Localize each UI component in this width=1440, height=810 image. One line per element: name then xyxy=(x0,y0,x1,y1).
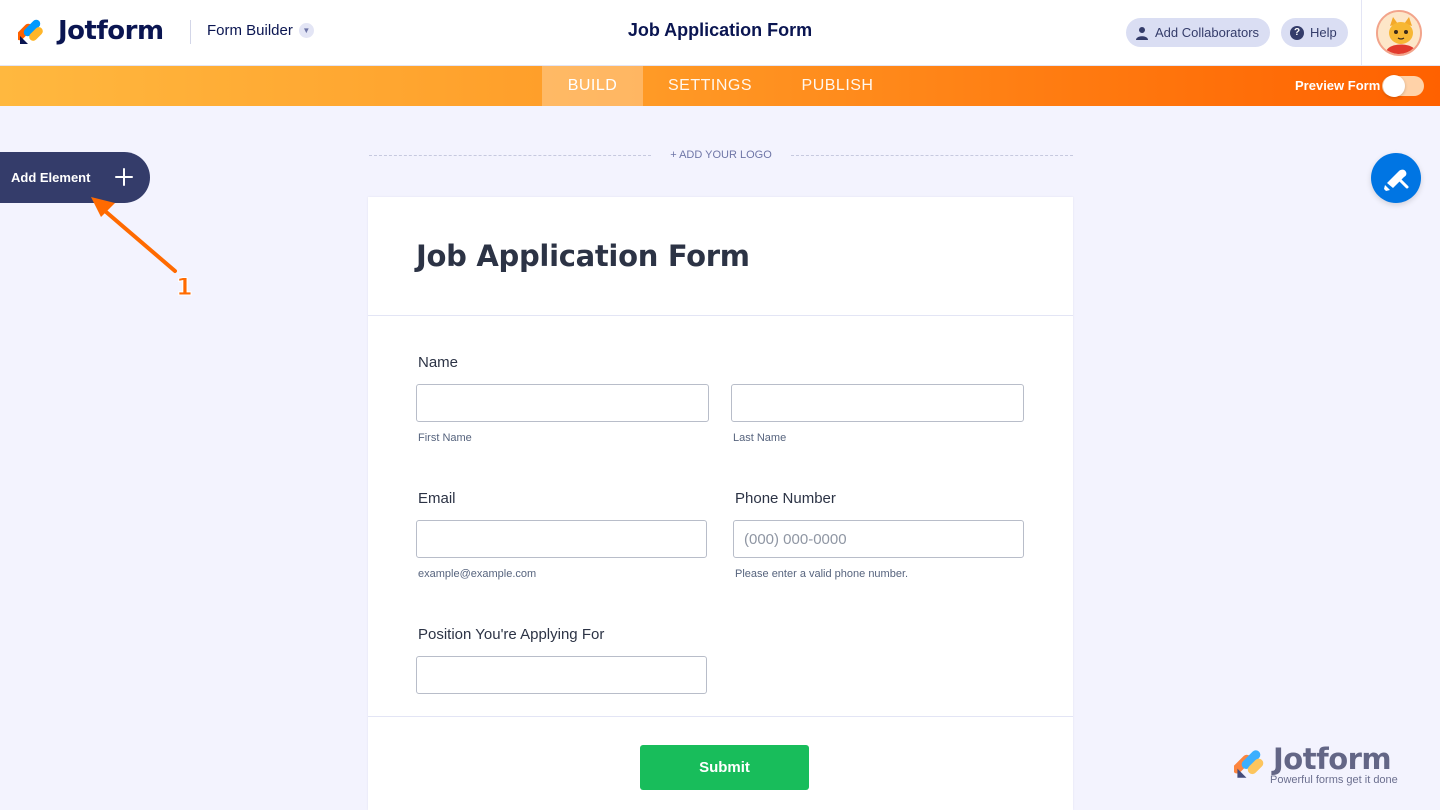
form-card: Job Application Form Name First Name Las… xyxy=(368,197,1073,810)
tab-publish[interactable]: PUBLISH xyxy=(790,66,885,106)
builder-label: Form Builder xyxy=(207,22,293,39)
phone-input[interactable]: (000) 000-0000 xyxy=(733,520,1024,558)
header-separator xyxy=(1361,0,1362,66)
position-label[interactable]: Position You're Applying For xyxy=(418,626,604,643)
question-icon: ? xyxy=(1290,25,1304,40)
first-name-input[interactable] xyxy=(416,384,709,422)
name-label[interactable]: Name xyxy=(418,354,458,371)
toggle-knob xyxy=(1383,75,1405,97)
add-logo-area[interactable]: + ADD YOUR LOGO xyxy=(369,148,1073,164)
header-divider xyxy=(190,20,191,44)
email-sublabel: example@example.com xyxy=(418,568,537,580)
jotform-logo-icon xyxy=(18,19,43,44)
phone-label[interactable]: Phone Number xyxy=(735,490,836,507)
jotform-watermark: Jotform Powerful forms get it done xyxy=(1234,742,1409,789)
add-logo-label[interactable]: + ADD YOUR LOGO xyxy=(662,149,780,161)
last-name-input[interactable] xyxy=(731,384,1024,422)
top-header: Jotform Form Builder ▼ Job Application F… xyxy=(0,0,1440,66)
email-input[interactable] xyxy=(416,520,707,558)
cat-avatar-icon xyxy=(1378,12,1420,54)
submit-button[interactable]: Submit xyxy=(640,745,809,790)
help-button[interactable]: ? Help xyxy=(1281,18,1348,47)
chevron-down-icon: ▼ xyxy=(298,23,314,38)
add-collaborators-button[interactable]: Add Collaborators xyxy=(1126,18,1271,47)
first-name-sublabel: First Name xyxy=(418,432,472,444)
help-label: Help xyxy=(1310,25,1337,40)
add-logo-text-wrap: + ADD YOUR LOGO xyxy=(369,149,1073,161)
form-designer-button[interactable] xyxy=(1371,153,1421,203)
page-title[interactable]: Job Application Form xyxy=(628,20,812,40)
watermark-brand: Jotform xyxy=(1273,742,1392,776)
tab-settings[interactable]: SETTINGS xyxy=(660,66,760,106)
preview-form-toggle[interactable] xyxy=(1382,75,1424,97)
add-element-label: Add Element xyxy=(11,170,91,185)
annotation-number: 1 xyxy=(176,273,193,300)
annotation-arrow-icon: 1 xyxy=(91,197,193,300)
submit-divider xyxy=(368,716,1073,717)
brand-name: Jotform xyxy=(58,16,164,46)
jotform-watermark-logo-icon xyxy=(1234,750,1264,778)
user-avatar-icon[interactable] xyxy=(1376,10,1422,56)
phone-sublabel: Please enter a valid phone number. xyxy=(735,568,909,580)
position-input[interactable] xyxy=(416,656,707,694)
form-builder-dropdown[interactable]: Form Builder ▼ xyxy=(207,22,314,39)
jotform-logo[interactable]: Jotform xyxy=(18,16,164,46)
last-name-sublabel: Last Name xyxy=(733,432,787,444)
watermark-tagline: Powerful forms get it done xyxy=(1270,774,1398,786)
email-label[interactable]: Email xyxy=(418,490,456,507)
plus-icon xyxy=(115,168,133,186)
paint-roller-icon xyxy=(1384,169,1409,191)
builder-nav: BUILD SETTINGS PUBLISH Preview Form xyxy=(0,66,1440,106)
user-icon xyxy=(1136,26,1148,40)
form-heading[interactable]: Job Application Form xyxy=(416,239,750,273)
preview-form-label: Preview Form xyxy=(1295,78,1381,93)
tab-build[interactable]: BUILD xyxy=(542,66,643,106)
heading-divider xyxy=(368,315,1073,316)
collaborators-label: Add Collaborators xyxy=(1155,25,1260,40)
